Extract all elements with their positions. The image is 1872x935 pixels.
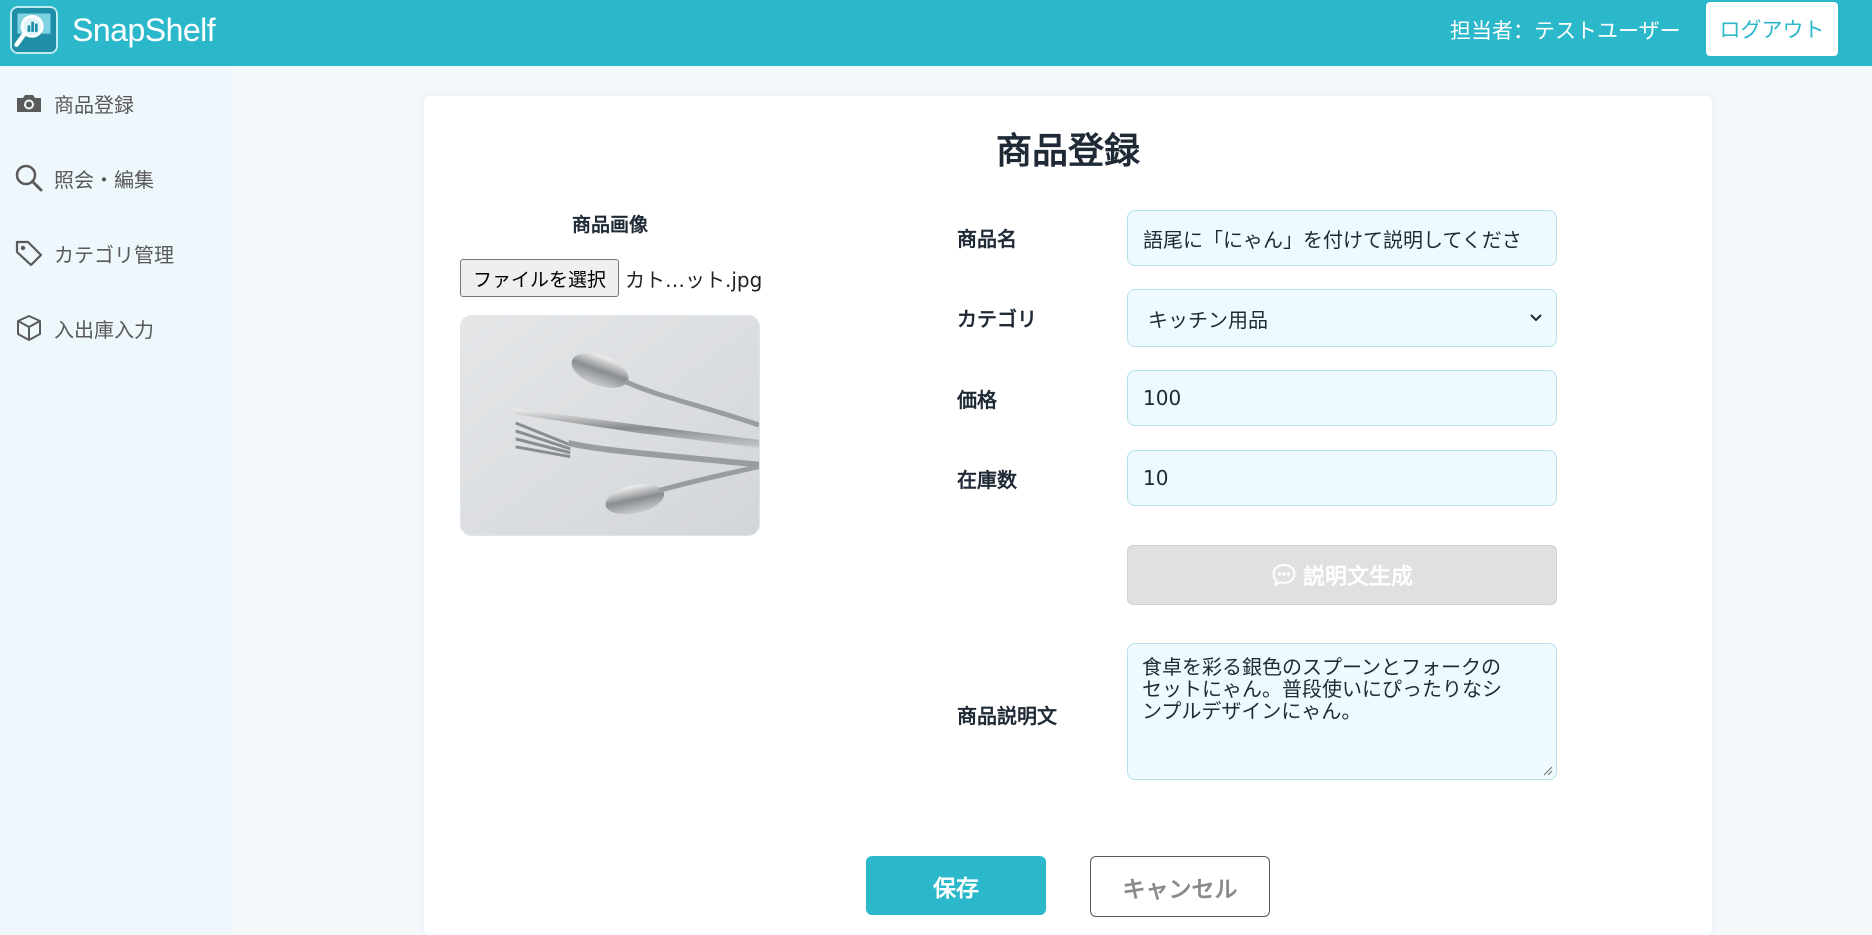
- generate-description-label: 説明文生成: [1302, 565, 1413, 590]
- product-form-card: 商品登録 商品画像 ファイルを選択 カト…ット.jpg 商品名 語尾に「にゃん」…: [424, 96, 1712, 935]
- stock-input[interactable]: 10: [1127, 450, 1557, 506]
- sidebar: 商品登録 照会・編集 カテゴリ管理 入出庫入力: [0, 66, 232, 935]
- description-line: セットにゃん。普段使いにぴったりなシ: [1142, 677, 1502, 701]
- product-name-value: 語尾に「にゃん」を付けて説明してくださ: [1143, 227, 1522, 252]
- product-name-input[interactable]: 語尾に「にゃん」を付けて説明してくださ: [1127, 210, 1557, 266]
- current-user-label: 担当者：テストユーザー: [1450, 19, 1681, 43]
- selected-file-name: カト…ット.jpg: [625, 267, 763, 292]
- category-value: キッチン用品: [1148, 307, 1268, 332]
- price-label: 価格: [957, 388, 997, 412]
- description-line: ンプルデザインにゃん。: [1142, 699, 1362, 723]
- product-name-label: 商品名: [957, 227, 1017, 251]
- product-image-preview: [460, 315, 760, 536]
- description-line: 食卓を彩る銀色のスプーンとフォークの: [1142, 655, 1501, 679]
- sidebar-item-search-edit[interactable]: 照会・編集: [12, 158, 154, 198]
- camera-icon: [12, 86, 46, 120]
- sidebar-item-product-register[interactable]: 商品登録: [12, 83, 134, 123]
- logout-button[interactable]: ログアウト: [1706, 2, 1838, 56]
- sidebar-item-label: 入出庫入力: [54, 317, 154, 342]
- price-input[interactable]: 100: [1127, 370, 1557, 426]
- tag-icon: [12, 236, 46, 270]
- sidebar-item-label: 照会・編集: [54, 167, 154, 192]
- sidebar-item-stock-io[interactable]: 入出庫入力: [12, 308, 154, 348]
- stock-value: 10: [1143, 466, 1169, 490]
- page-title: 商品登録: [995, 131, 1140, 172]
- search-icon: [12, 161, 46, 195]
- app-header: SnapShelf 担当者：テストユーザー ログアウト: [0, 0, 1872, 66]
- box-icon: [12, 311, 46, 345]
- sidebar-item-category-manage[interactable]: カテゴリ管理: [12, 233, 174, 273]
- category-select[interactable]: キッチン用品: [1127, 289, 1557, 347]
- description-textarea[interactable]: 食卓を彩る銀色のスプーンとフォークの セットにゃん。普段使いにぴったりなシ ンプ…: [1127, 643, 1557, 780]
- image-label: 商品画像: [571, 214, 648, 236]
- generate-description-button[interactable]: 説明文生成: [1127, 545, 1557, 605]
- choose-file-button[interactable]: ファイルを選択: [460, 259, 620, 297]
- cancel-button[interactable]: キャンセル: [1090, 856, 1270, 917]
- chevron-down-icon: [1530, 314, 1542, 322]
- file-picker: ファイルを選択 カト…ット.jpg: [460, 259, 762, 297]
- resize-handle-icon[interactable]: [1541, 764, 1553, 776]
- category-label: カテゴリ: [957, 307, 1037, 331]
- sidebar-item-label: カテゴリ管理: [54, 242, 174, 267]
- app-logo-icon[interactable]: [10, 6, 58, 54]
- brand-name: SnapShelf: [72, 12, 216, 48]
- save-button[interactable]: 保存: [866, 856, 1046, 915]
- price-value: 100: [1143, 386, 1182, 410]
- chat-bubble-icon: [1272, 563, 1296, 587]
- sidebar-item-label: 商品登録: [54, 92, 134, 117]
- description-label: 商品説明文: [957, 704, 1057, 728]
- stock-label: 在庫数: [957, 468, 1017, 492]
